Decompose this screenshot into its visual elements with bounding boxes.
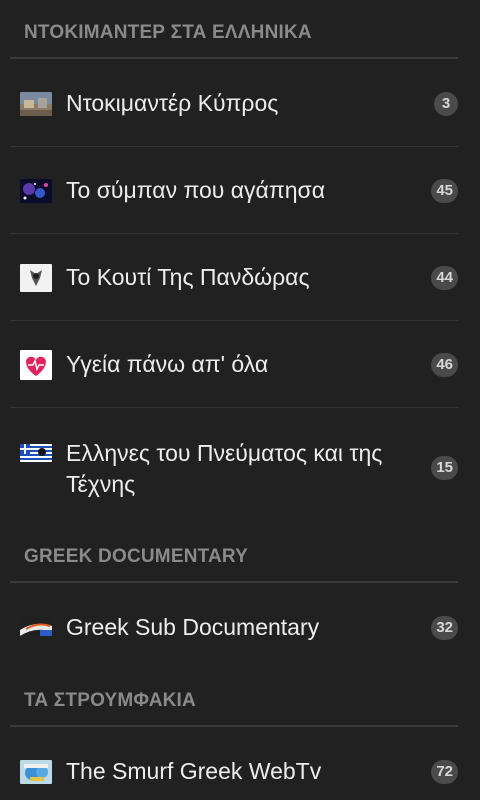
section-divider bbox=[10, 725, 458, 727]
section-divider bbox=[10, 581, 458, 583]
count-badge: 3 bbox=[434, 92, 458, 116]
greek-flag-thumbnail-icon bbox=[20, 444, 52, 462]
pandora-box-thumbnail-icon bbox=[20, 264, 52, 292]
list-item-label: The Smurf Greek WebTv bbox=[66, 758, 322, 784]
list-item-pandora-box[interactable]: Το Κουτί Της Πανδώρας 44 bbox=[10, 234, 458, 320]
section-divider bbox=[10, 57, 458, 59]
count-badge: 15 bbox=[431, 456, 458, 480]
list-item-label: Greek Sub Documentary bbox=[66, 614, 320, 640]
cyprus-documentary-thumbnail-icon bbox=[20, 92, 52, 116]
list-item-smurf-webtv[interactable]: The Smurf Greek WebTv 72 bbox=[10, 728, 458, 800]
count-badge: 45 bbox=[431, 179, 458, 203]
list-item-greek-sub-documentary[interactable]: Greek Sub Documentary 32 bbox=[10, 584, 458, 670]
channel-list-screen: ΝΤΟΚΙΜΑΝΤΕΡ ΣΤΑ ΕΛΛΗΝΙΚΑ Ντοκιμαντέρ Κύπ… bbox=[0, 0, 480, 800]
list-item-health[interactable]: Υγεία πάνω απ' όλα 46 bbox=[10, 321, 458, 407]
list-item-label: Ντοκιμαντέρ Κύπρος bbox=[66, 90, 279, 116]
heart-health-thumbnail-icon bbox=[20, 350, 52, 380]
universe-thumbnail-icon bbox=[20, 179, 52, 203]
smurf-thumbnail-icon bbox=[20, 760, 52, 784]
count-badge: 44 bbox=[431, 266, 458, 290]
list-item-label: Το σύμπαν που αγάπησα bbox=[66, 177, 326, 203]
greek-sub-thumbnail-icon bbox=[20, 618, 52, 636]
section-header-greek-documentary: GREEK DOCUMENTARY bbox=[24, 546, 249, 567]
list-item-label: Υγεία πάνω απ' όλα bbox=[66, 351, 269, 377]
list-item-label: Το Κουτί Της Πανδώρας bbox=[66, 264, 310, 290]
section-header-smurfs: ΤΑ ΣΤΡΟΥΜΦΑΚΙΑ bbox=[24, 690, 196, 711]
list-item-greek-spirit-art[interactable]: Ελληνες του Πνεύματος και της Τέχνης 15 bbox=[10, 408, 458, 526]
list-item-universe[interactable]: Το σύμπαν που αγάπησα 45 bbox=[10, 147, 458, 233]
list-item-cyprus-documentary[interactable]: Ντοκιμαντέρ Κύπρος 3 bbox=[10, 60, 458, 146]
list-item-label: Ελληνες του Πνεύματος και της Τέχνης bbox=[66, 440, 383, 497]
count-badge: 72 bbox=[431, 760, 458, 784]
count-badge: 46 bbox=[431, 353, 458, 377]
section-header-ntokimanter: ΝΤΟΚΙΜΑΝΤΕΡ ΣΤΑ ΕΛΛΗΝΙΚΑ bbox=[24, 22, 312, 43]
count-badge: 32 bbox=[431, 616, 458, 640]
